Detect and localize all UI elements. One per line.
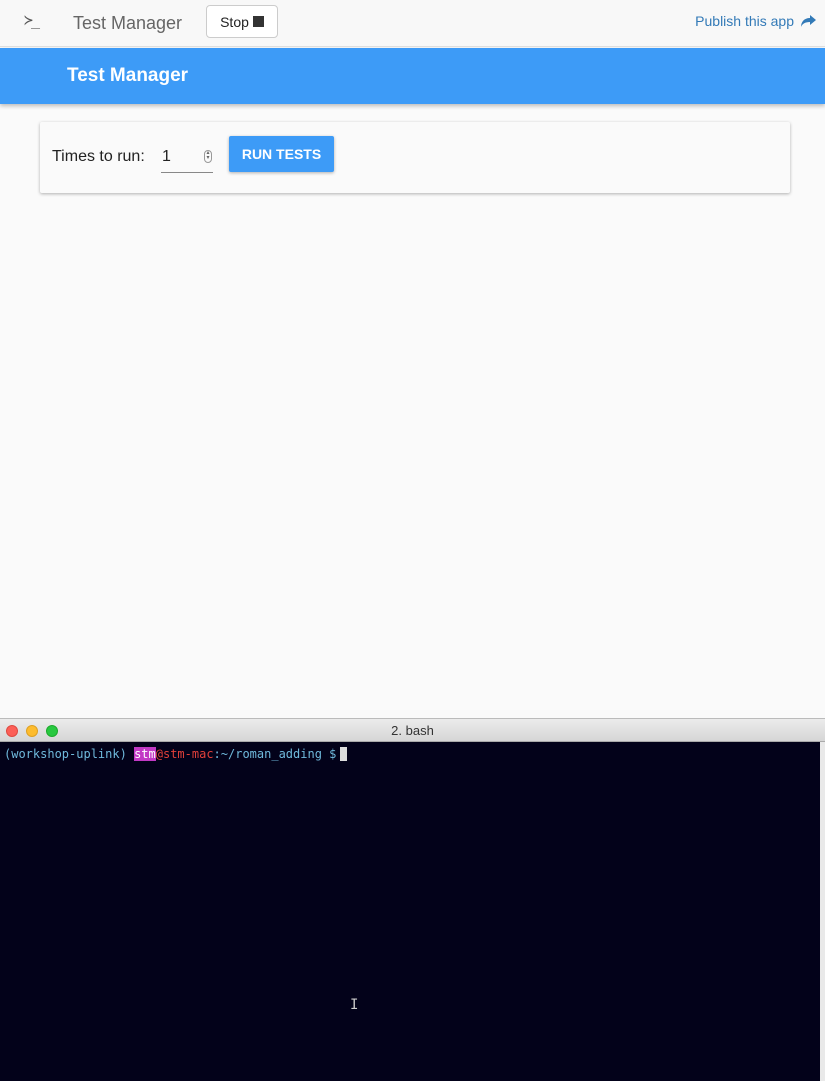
prompt-host: @stm-mac xyxy=(155,747,214,761)
stop-icon xyxy=(252,16,264,27)
page-title: Test Manager xyxy=(67,65,189,86)
stop-button-label: Stop xyxy=(220,13,249,30)
number-spinner-icon[interactable]: ▴ ▾ xyxy=(204,150,212,163)
terminal-scrollbar[interactable] xyxy=(820,742,825,1081)
terminal-icon[interactable]: ≻_ xyxy=(24,11,40,29)
shell-prompt: (workshop-uplink) stm@stm-mac:~/roman_ad… xyxy=(4,747,348,761)
prompt-path: :~/roman_adding xyxy=(213,747,322,761)
terminal-titlebar: 2. bash xyxy=(0,718,825,742)
app-header: Test Manager xyxy=(0,48,825,104)
run-card: Times to run: 1 ▴ ▾ RUN TESTS xyxy=(40,122,790,193)
stop-button[interactable]: Stop xyxy=(206,5,278,38)
mouse-ibeam-icon: I xyxy=(350,997,359,1013)
share-arrow-icon xyxy=(801,15,816,27)
top-bar: ≻_ Test Manager Stop Publish this app xyxy=(0,0,825,47)
publish-label: Publish this app xyxy=(695,13,794,29)
times-to-run-value: 1 xyxy=(162,148,171,165)
text-cursor xyxy=(340,747,348,761)
prompt-dollar: $ xyxy=(329,747,337,761)
times-to-run-label: Times to run: xyxy=(52,148,145,165)
top-bar-title: Test Manager xyxy=(73,13,183,33)
terminal-title: 2. bash xyxy=(391,723,434,738)
times-to-run-input[interactable]: 1 ▴ ▾ xyxy=(161,144,213,173)
prompt-user: stm xyxy=(134,747,156,761)
prompt-env: (workshop-uplink) xyxy=(4,747,127,761)
run-tests-button[interactable]: RUN TESTS xyxy=(229,136,334,172)
publish-app-link[interactable]: Publish this app xyxy=(695,13,817,29)
terminal-body[interactable]: (workshop-uplink) stm@stm-mac:~/roman_ad… xyxy=(0,742,820,1081)
